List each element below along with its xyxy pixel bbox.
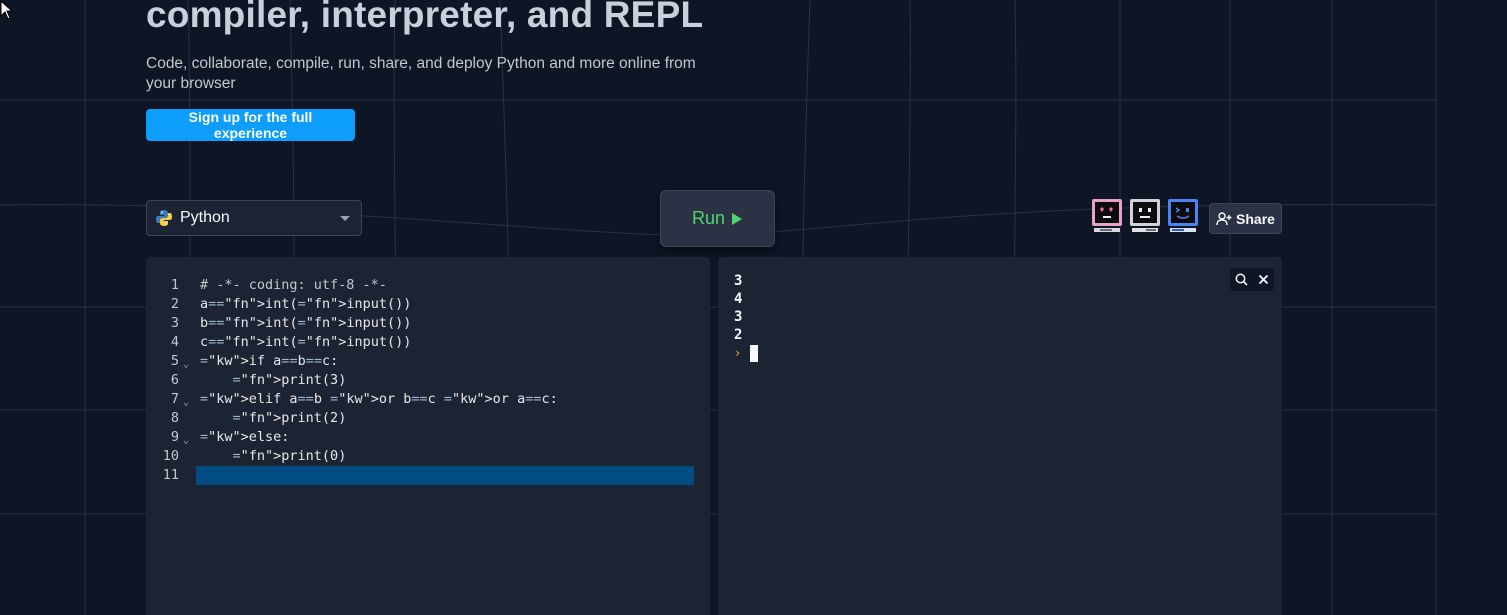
code-line: 2 a=="fn">int(="fn">input()) — [146, 295, 710, 314]
console-output-line: 3 — [734, 309, 743, 325]
language-label: Python — [180, 209, 230, 226]
line-number: 9 — [170, 429, 179, 445]
mouse-cursor-icon — [0, 0, 14, 20]
code-line: 1 # -*- coding: utf-8 -*- — [146, 276, 710, 295]
run-button[interactable]: Run — [660, 190, 775, 247]
code-line: 4 c=="fn">int(="fn">input()) — [146, 333, 710, 352]
code-line: 5 ⌄ ="kw">if a==b==c: — [146, 352, 710, 371]
active-code-line: 11 — [146, 466, 710, 485]
line-number: 4 — [170, 334, 179, 350]
code-text: ="fn">print(3) — [232, 372, 347, 388]
code-text: ="fn">print(0) — [232, 448, 347, 464]
code-text: c=="fn">int(="fn">input()) — [200, 334, 412, 350]
code-text: ="kw">elif a==b ="kw">or b==c ="kw">or a… — [200, 391, 558, 407]
search-icon — [1235, 273, 1248, 286]
line-number: 1 — [170, 277, 179, 293]
console-clear-button[interactable] — [1253, 270, 1273, 290]
line-number: 2 — [170, 296, 179, 312]
code-text: ="kw">if a==b==c: — [200, 353, 339, 369]
console-toolbar — [1230, 268, 1274, 291]
share-button[interactable]: Share — [1209, 203, 1282, 234]
code-line: 3 b=="fn">int(="fn">input()) — [146, 314, 710, 333]
line-number: 5 — [170, 353, 179, 369]
code-text: ="kw">else: — [200, 429, 290, 445]
collaborator-avatars — [1090, 197, 1200, 235]
signup-button[interactable]: Sign up for the full experience — [146, 109, 355, 141]
console-output-line: 4 — [734, 291, 743, 307]
language-select[interactable]: Python — [146, 200, 362, 236]
code-line: 9 ⌄ ="kw">else: — [146, 428, 710, 447]
line-number: 3 — [170, 315, 179, 331]
console-output-line: 3 — [734, 273, 743, 289]
console-input-cursor[interactable] — [750, 345, 758, 362]
code-line: 8 ="fn">print(2) — [146, 409, 710, 428]
avatar-heart-eyes[interactable] — [1090, 197, 1124, 235]
page-title: compiler, interpreter, and REPL — [146, 0, 704, 35]
play-icon — [732, 212, 743, 225]
line-number: 7 — [170, 391, 179, 407]
close-icon — [1258, 274, 1268, 285]
line-highlight — [196, 466, 694, 485]
code-line: 10 ="fn">print(0) — [146, 447, 710, 466]
share-label: Share — [1236, 210, 1275, 227]
line-number: 11 — [162, 467, 179, 483]
console-output-line: 2 — [734, 327, 743, 343]
python-icon — [156, 210, 172, 226]
console-search-button[interactable] — [1231, 270, 1251, 290]
chevron-down-icon — [340, 216, 350, 221]
line-number: 6 — [170, 372, 179, 388]
line-number: 10 — [162, 448, 179, 464]
code-text: b=="fn">int(="fn">input()) — [200, 315, 412, 331]
code-editor[interactable]: 1 # -*- coding: utf-8 -*- 2 a=="fn">int(… — [146, 257, 710, 615]
console-prompt: › — [734, 346, 742, 360]
code-text: a=="fn">int(="fn">input()) — [200, 296, 412, 312]
code-line: 6 ="fn">print(3) — [146, 371, 710, 390]
console-panel[interactable]: 3 4 3 2 › — [718, 257, 1282, 615]
add-user-icon — [1216, 211, 1232, 225]
code-text: # -*- coding: utf-8 -*- — [200, 277, 387, 293]
page-subtitle: Code, collaborate, compile, run, share, … — [146, 55, 696, 92]
line-number: 8 — [170, 410, 179, 426]
code-text: ="fn">print(2) — [232, 410, 347, 426]
avatar-wink[interactable] — [1166, 197, 1200, 235]
run-label: Run — [691, 208, 726, 228]
code-line: 7 ⌄ ="kw">elif a==b ="kw">or b==c ="kw">… — [146, 390, 710, 409]
avatar-neutral[interactable] — [1128, 197, 1162, 235]
